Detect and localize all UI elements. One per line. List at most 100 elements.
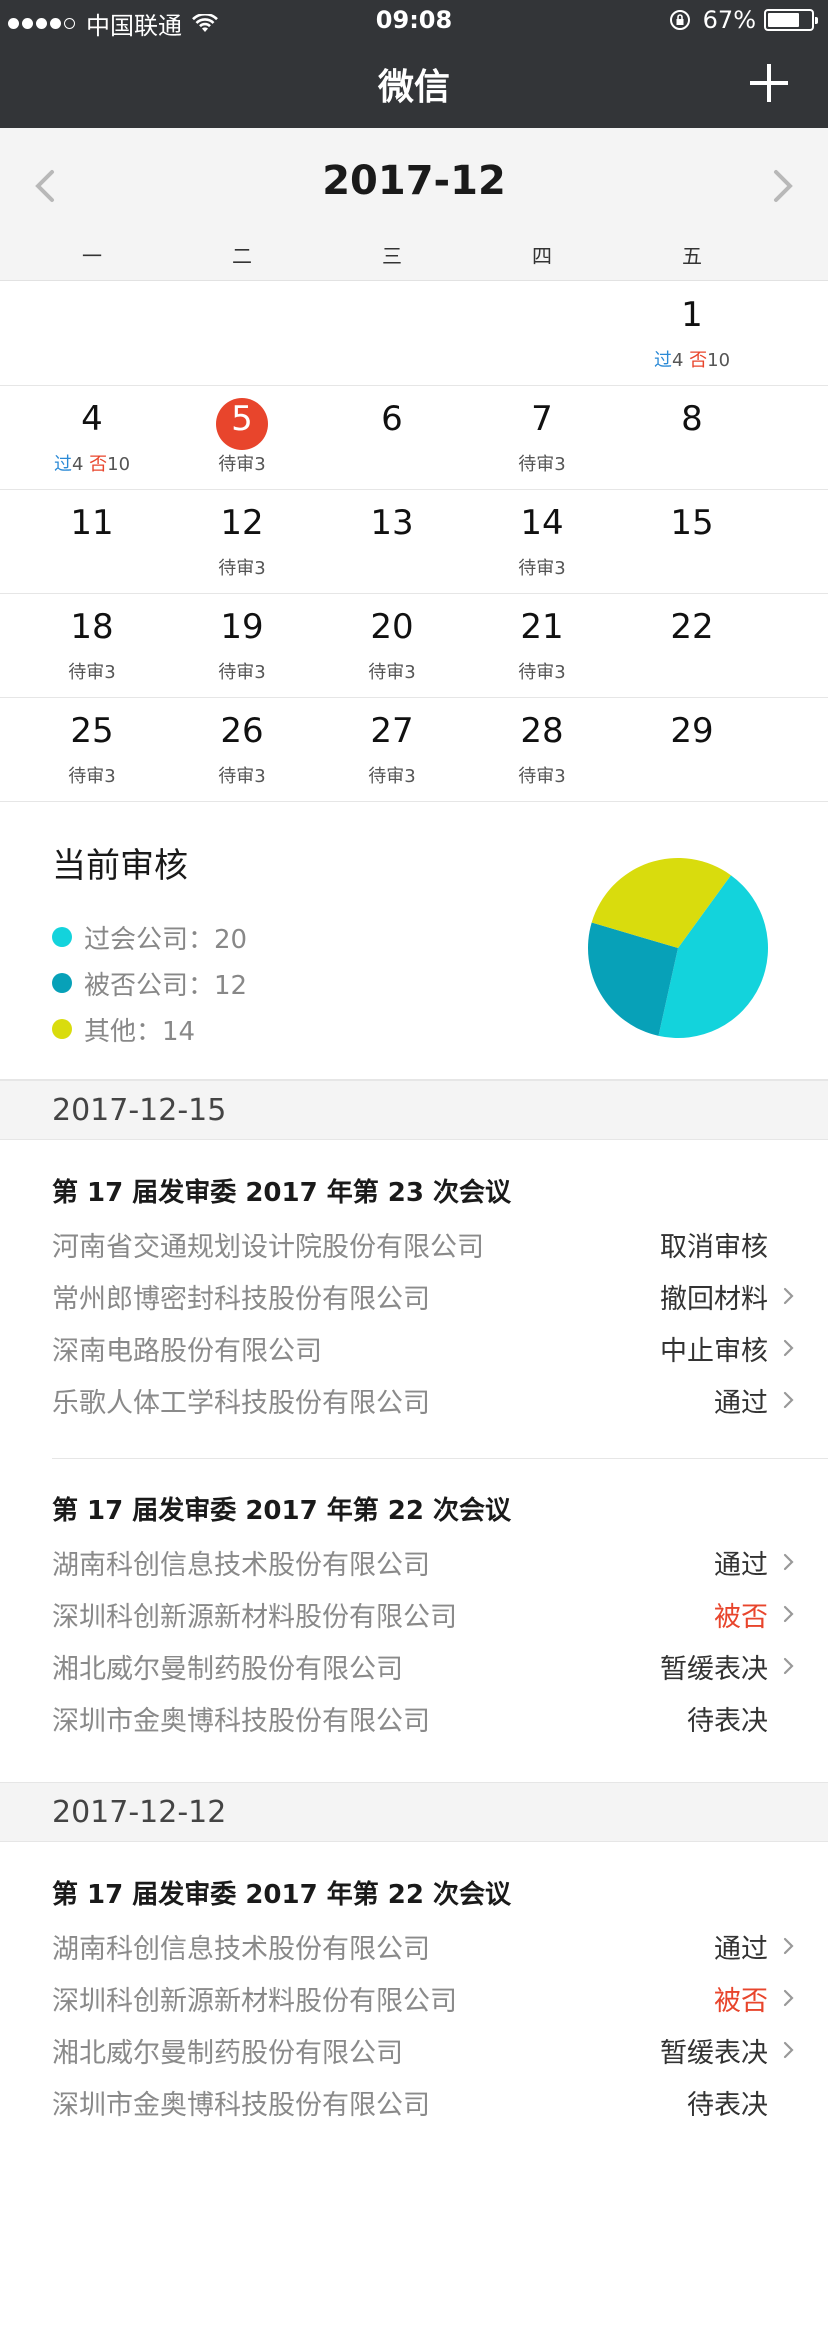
review-legend: 过会公司：20 被否公司：12 其他：14 bbox=[52, 914, 247, 1052]
review-status: 待表决 bbox=[687, 2089, 768, 2121]
calendar-day-cell[interactable]: 11 bbox=[17, 490, 167, 593]
day-number: 19 bbox=[220, 607, 264, 647]
company-name: 湖南科创信息技术股份有限公司 bbox=[52, 1549, 430, 1581]
reject-count: 10 bbox=[107, 454, 131, 475]
company-row[interactable]: 湘北威尔曼制药股份有限公司 暂缓表决 bbox=[52, 2024, 798, 2076]
legend-item-passed: 过会公司：20 bbox=[52, 914, 247, 960]
company-row[interactable]: 常州郎博密封科技股份有限公司 撤回材料 bbox=[52, 1270, 798, 1322]
nav-title: 微信 bbox=[377, 67, 450, 108]
chevron-right-icon bbox=[774, 170, 793, 202]
day-number: 5 bbox=[231, 399, 253, 439]
calendar-day-cell[interactable]: 21 待审3 bbox=[467, 594, 617, 697]
calendar-day-cell[interactable]: 4 过4 否10 bbox=[17, 386, 167, 489]
calendar-week-row: 18 待审3 19 待审3 20 待审3 21 待审3 22 bbox=[0, 594, 828, 698]
meeting-title: 第 17 届发审委 2017 年第 22 次会议 bbox=[52, 1880, 512, 1910]
day-number: 1 bbox=[681, 295, 703, 335]
review-status: 暂缓表决 bbox=[660, 2037, 768, 2069]
calendar-day-cell[interactable]: 15 bbox=[617, 490, 767, 593]
company-name: 深圳市金奥博科技股份有限公司 bbox=[52, 1705, 430, 1737]
row-chevron bbox=[780, 1287, 798, 1305]
day-number: 22 bbox=[670, 607, 714, 647]
chevron-right-icon bbox=[783, 1989, 794, 2007]
day-note: 待审3 bbox=[518, 454, 566, 475]
calendar-week-row: 25 待审3 26 待审3 27 待审3 28 待审3 29 bbox=[0, 698, 828, 802]
day-note: 待审3 bbox=[518, 558, 566, 579]
company-row[interactable]: 湘北威尔曼制药股份有限公司 暂缓表决 bbox=[52, 1640, 798, 1692]
legend-item-rejected: 被否公司：12 bbox=[52, 960, 247, 1006]
review-title: 当前审核 bbox=[52, 846, 188, 886]
calendar-week-row: 4 过4 否10 5 待审3 6 7 待审3 8 bbox=[0, 386, 828, 490]
day-note: 待审3 bbox=[218, 662, 266, 683]
review-status: 待表决 bbox=[687, 1705, 768, 1737]
pass-count: 4 bbox=[71, 454, 84, 475]
calendar-day-cell[interactable]: 14 待审3 bbox=[467, 490, 617, 593]
calendar-day-cell[interactable]: 22 bbox=[617, 594, 767, 697]
calendar-week-row: 1 过4 否10 bbox=[0, 282, 828, 386]
weekday-row: 一 二 三 四 五 bbox=[17, 240, 767, 269]
day-note: 待审3 bbox=[518, 662, 566, 683]
calendar-day-cell[interactable]: 25 待审3 bbox=[17, 698, 167, 801]
section-date: 2017-12-15 bbox=[52, 1093, 227, 1128]
meeting-title: 第 17 届发审委 2017 年第 22 次会议 bbox=[52, 1496, 512, 1526]
next-month-button[interactable] bbox=[760, 164, 804, 208]
day-note: 待审3 bbox=[368, 766, 416, 787]
calendar-day-cell[interactable]: 27 待审3 bbox=[317, 698, 467, 801]
calendar-day-cell[interactable]: 7 待审3 bbox=[467, 386, 617, 489]
calendar-grid: 1 过4 否10 4 过4 否10 5 待审3 6 7 待审3 8 11 12 待审3 13 14 待审3 15… bbox=[0, 282, 828, 802]
day-number: 20 bbox=[370, 607, 414, 647]
calendar-day-cell[interactable]: 5 待审3 bbox=[167, 386, 317, 489]
chevron-right-icon bbox=[783, 1339, 794, 1357]
company-name: 湖南科创信息技术股份有限公司 bbox=[52, 1933, 430, 1965]
day-number: 13 bbox=[370, 503, 414, 543]
company-name: 乐歌人体工学科技股份有限公司 bbox=[52, 1387, 430, 1419]
day-note: 待审3 bbox=[218, 558, 266, 579]
company-name: 深南电路股份有限公司 bbox=[52, 1335, 322, 1367]
row-chevron bbox=[780, 1339, 798, 1357]
company-row[interactable]: 乐歌人体工学科技股份有限公司 通过 bbox=[52, 1374, 798, 1426]
company-name: 常州郎博密封科技股份有限公司 bbox=[52, 1283, 430, 1315]
reject-label: 否 bbox=[89, 454, 108, 475]
calendar-day-cell[interactable]: 13 bbox=[317, 490, 467, 593]
calendar-day-cell[interactable]: 18 待审3 bbox=[17, 594, 167, 697]
company-name: 湘北威尔曼制药股份有限公司 bbox=[52, 2037, 403, 2069]
day-number: 4 bbox=[81, 399, 103, 439]
status-right: 67% bbox=[669, 6, 818, 34]
row-chevron bbox=[780, 1657, 798, 1675]
company-name: 深圳科创新源新材料股份有限公司 bbox=[52, 1601, 457, 1633]
chevron-right-icon bbox=[783, 1553, 794, 1571]
weekday-label: 四 bbox=[532, 244, 552, 268]
day-note: 待审3 bbox=[68, 766, 116, 787]
calendar-day-cell[interactable]: 1 过4 否10 bbox=[617, 282, 767, 385]
company-row: 深圳市金奥博科技股份有限公司 待表决 bbox=[52, 1692, 798, 1744]
section-date-bar: 2017-12-12 bbox=[0, 1782, 828, 1842]
calendar-day-cell[interactable]: 26 待审3 bbox=[167, 698, 317, 801]
legend-item-other: 其他：14 bbox=[52, 1006, 247, 1052]
chevron-right-icon bbox=[783, 2041, 794, 2059]
calendar-day-cell[interactable]: 19 待审3 bbox=[167, 594, 317, 697]
row-chevron bbox=[780, 1937, 798, 1955]
company-row[interactable]: 深南电路股份有限公司 中止审核 bbox=[52, 1322, 798, 1374]
day-number: 29 bbox=[670, 711, 714, 751]
day-number: 6 bbox=[381, 399, 403, 439]
company-row[interactable]: 深圳科创新源新材料股份有限公司 被否 bbox=[52, 1588, 798, 1640]
calendar-day-cell[interactable]: 6 bbox=[317, 386, 467, 489]
company-row[interactable]: 湖南科创信息技术股份有限公司 通过 bbox=[52, 1536, 798, 1588]
calendar-day-cell[interactable]: 28 待审3 bbox=[467, 698, 617, 801]
day-number: 21 bbox=[520, 607, 564, 647]
day-number: 7 bbox=[531, 399, 553, 439]
review-status: 撤回材料 bbox=[660, 1283, 768, 1315]
company-row[interactable]: 湖南科创信息技术股份有限公司 通过 bbox=[52, 1920, 798, 1972]
top-bar: 中国联通 09:08 67% 微信 bbox=[0, 0, 828, 128]
calendar-day-cell[interactable]: 29 bbox=[617, 698, 767, 801]
calendar-day-cell[interactable]: 12 待审3 bbox=[167, 490, 317, 593]
day-number: 8 bbox=[681, 399, 703, 439]
company-row[interactable]: 深圳科创新源新材料股份有限公司 被否 bbox=[52, 1972, 798, 2024]
calendar-header: 2017-12 一 二 三 四 五 bbox=[0, 128, 828, 281]
company-name: 深圳市金奥博科技股份有限公司 bbox=[52, 2089, 430, 2121]
reject-count: 10 bbox=[707, 350, 731, 371]
calendar-day-cell[interactable]: 8 bbox=[617, 386, 767, 489]
chevron-right-icon bbox=[783, 1937, 794, 1955]
calendar-week-row: 11 12 待审3 13 14 待审3 15 bbox=[0, 490, 828, 594]
add-plus-icon[interactable] bbox=[750, 64, 788, 102]
calendar-day-cell[interactable]: 20 待审3 bbox=[317, 594, 467, 697]
